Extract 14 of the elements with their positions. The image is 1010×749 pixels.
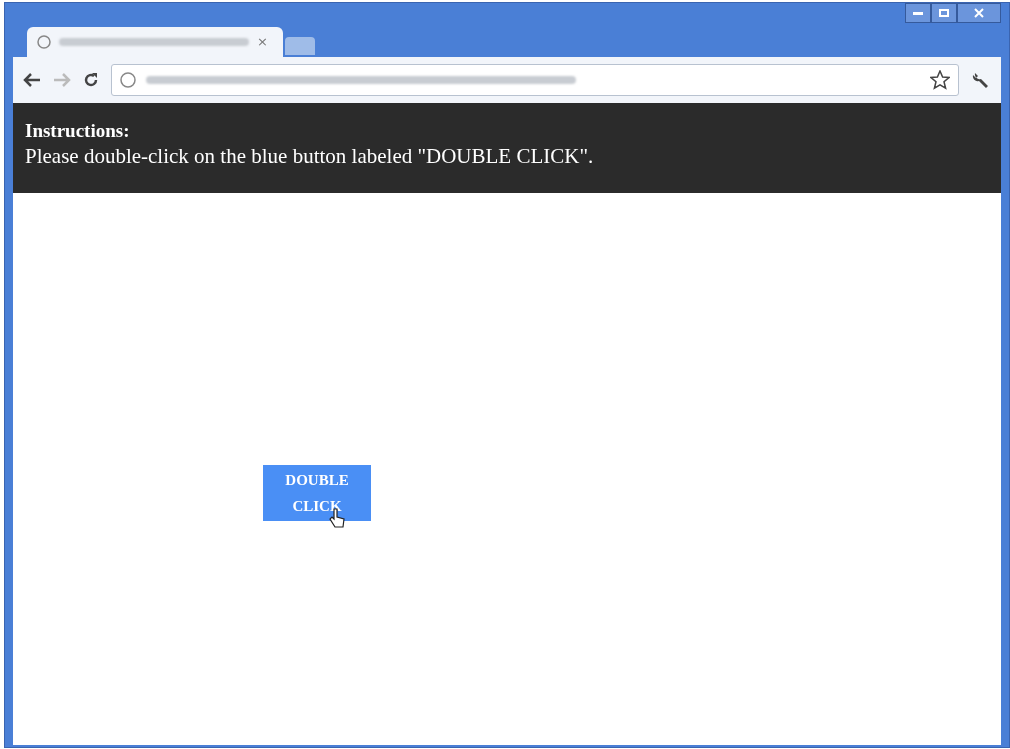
back-arrow-icon[interactable] xyxy=(23,73,41,87)
globe-icon xyxy=(37,35,51,49)
instructions-text: Please double-click on the blue button labeled "DOUBLE CLICK". xyxy=(25,143,595,169)
star-icon[interactable] xyxy=(930,70,950,90)
browser-tab[interactable]: × xyxy=(27,27,283,57)
instructions-title: Instructions: xyxy=(25,119,131,143)
globe-icon xyxy=(120,72,136,88)
close-icon xyxy=(974,8,984,18)
wrench-icon[interactable] xyxy=(971,70,991,90)
tab-close-button[interactable]: × xyxy=(257,32,268,52)
reload-icon[interactable] xyxy=(83,72,99,88)
minimize-button[interactable] xyxy=(905,3,931,23)
restore-button[interactable] xyxy=(931,3,957,23)
close-window-button[interactable] xyxy=(957,3,1001,23)
